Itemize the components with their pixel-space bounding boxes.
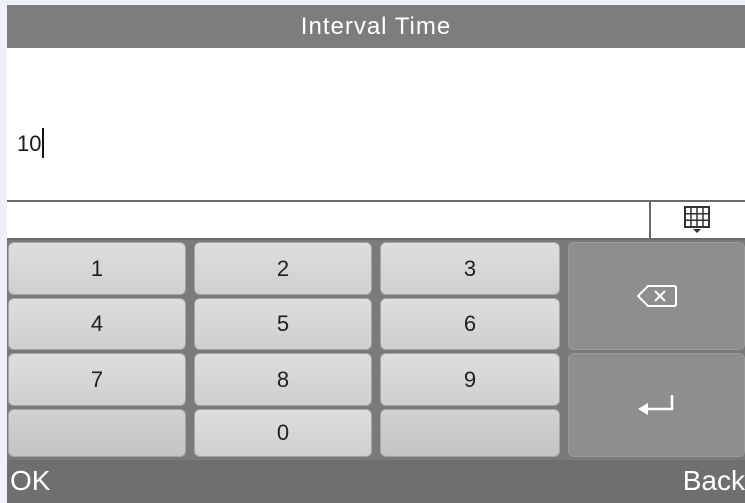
input-value-container: 10: [17, 128, 45, 158]
backspace-icon: [636, 285, 677, 307]
dialog-screen: Interval Time 10 1 2 3 4 5 6 7 8 9 0 OK …: [7, 5, 745, 503]
enter-button[interactable]: [568, 353, 745, 457]
key-blank-left[interactable]: [8, 409, 186, 457]
key-4[interactable]: 4: [8, 298, 186, 350]
enter-icon: [637, 395, 673, 415]
key-1[interactable]: 1: [8, 242, 186, 295]
dialog-title: Interval Time: [300, 12, 452, 40]
key-7[interactable]: 7: [8, 353, 186, 406]
input-value: 10: [17, 131, 42, 156]
numeric-keypad: 1 2 3 4 5 6 7 8 9 0: [7, 240, 745, 460]
backspace-button[interactable]: [568, 242, 745, 350]
key-2[interactable]: 2: [194, 242, 372, 295]
title-bar: Interval Time: [7, 5, 745, 48]
key-9[interactable]: 9: [380, 353, 560, 406]
key-8[interactable]: 8: [194, 353, 372, 406]
ok-softkey[interactable]: OK: [10, 465, 50, 497]
keyboard-toggle-button[interactable]: [649, 202, 745, 238]
candidate-bar: [7, 200, 745, 240]
key-blank-right[interactable]: [380, 409, 560, 457]
text-caret: [42, 128, 45, 158]
key-5[interactable]: 5: [194, 298, 372, 350]
softkey-bar: OK Back: [7, 460, 745, 503]
keyboard-grid-icon: [684, 206, 710, 233]
key-3[interactable]: 3: [380, 242, 560, 295]
input-field[interactable]: 10: [7, 48, 745, 200]
key-0[interactable]: 0: [194, 409, 372, 457]
back-softkey[interactable]: Back: [683, 465, 745, 497]
key-6[interactable]: 6: [380, 298, 560, 350]
